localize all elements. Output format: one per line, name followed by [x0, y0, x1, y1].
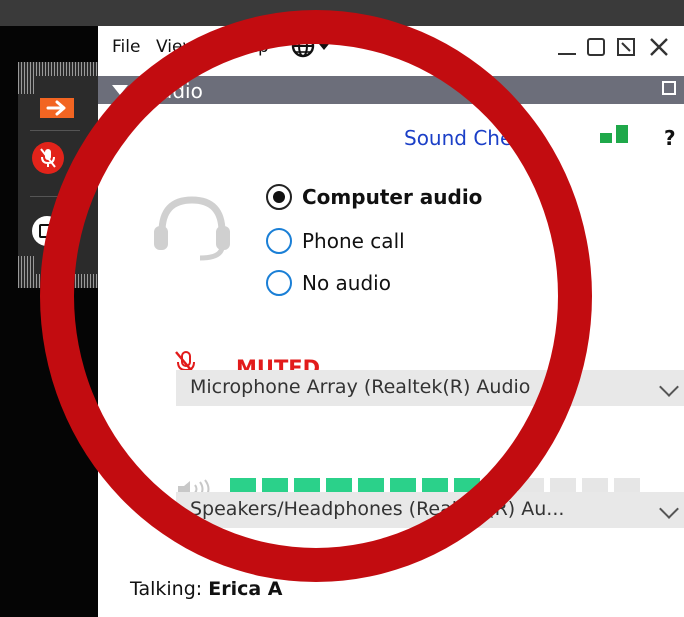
menu-file[interactable]: File: [112, 37, 140, 57]
menu-bar: File View Help: [98, 26, 684, 68]
signal-icon: [600, 133, 612, 143]
radio-button[interactable]: [266, 184, 292, 210]
radio-no-audio[interactable]: No audio: [266, 270, 391, 296]
section-title: Audio: [146, 79, 203, 103]
close-button[interactable]: [648, 34, 670, 64]
divider: [30, 130, 80, 131]
camera-icon: [39, 224, 55, 238]
os-title-strip: [0, 0, 684, 28]
minimize-button[interactable]: [556, 34, 578, 64]
radio-button[interactable]: [266, 270, 292, 296]
drag-handle-top-row[interactable]: [36, 62, 98, 76]
microphone-select-value: Microphone Array (Realtek(R) Audio: [190, 376, 531, 398]
minimize-icon: [558, 53, 576, 55]
talking-label: Talking:: [130, 578, 203, 600]
radio-label: Phone call: [302, 229, 405, 253]
speaker-select-value: Speakers/Headphones (Realtek(R) Au...: [190, 498, 565, 520]
divider: [30, 196, 80, 197]
globe-icon: [291, 34, 329, 58]
expand-panel-button[interactable]: [40, 98, 74, 118]
microphone-select[interactable]: Microphone Array (Realtek(R) Audio: [176, 370, 684, 406]
drag-handle-top[interactable]: [18, 62, 36, 94]
talking-name: Erica A: [208, 578, 283, 600]
meeting-control-panel: [18, 62, 98, 288]
radio-label: Computer audio: [302, 185, 483, 209]
drag-handle-bottom[interactable]: [18, 256, 36, 288]
radio-phone-call[interactable]: Phone call: [266, 228, 405, 254]
maximize-icon: [587, 38, 605, 56]
unmute-button[interactable]: [32, 142, 64, 174]
menu-help[interactable]: Help: [230, 37, 269, 57]
menu-view[interactable]: View: [156, 37, 196, 57]
video-button[interactable]: [32, 216, 62, 246]
close-icon: [650, 38, 668, 56]
muted-mic-icon: [40, 148, 56, 168]
radio-computer-audio[interactable]: Computer audio: [266, 184, 482, 210]
arrow-right-icon: [46, 100, 66, 116]
speaker-select[interactable]: Speakers/Headphones (Realtek(R) Au...: [176, 492, 684, 528]
drag-handle-bottom-row[interactable]: [36, 274, 98, 288]
chevron-down-icon: [659, 499, 679, 519]
audio-window: File View Help Audio Sound Check ? Compu…: [98, 26, 684, 617]
maximize-button[interactable]: [586, 34, 608, 64]
audio-section-header[interactable]: Audio: [98, 76, 684, 104]
language-menu[interactable]: [291, 34, 333, 62]
collapse-triangle-icon: [112, 85, 128, 95]
chevron-down-icon: [659, 377, 679, 397]
restore-button[interactable]: [616, 34, 638, 64]
radio-button[interactable]: [266, 228, 292, 254]
popout-icon[interactable]: [662, 81, 676, 95]
headset-icon: [152, 192, 232, 266]
help-icon[interactable]: ?: [664, 126, 676, 150]
sound-check-link[interactable]: Sound Check: [404, 126, 535, 150]
signal-icon-bar: [616, 125, 628, 143]
talking-indicator: Talking: Erica A: [130, 578, 282, 600]
radio-label: No audio: [302, 271, 391, 295]
restore-icon: [617, 38, 635, 56]
